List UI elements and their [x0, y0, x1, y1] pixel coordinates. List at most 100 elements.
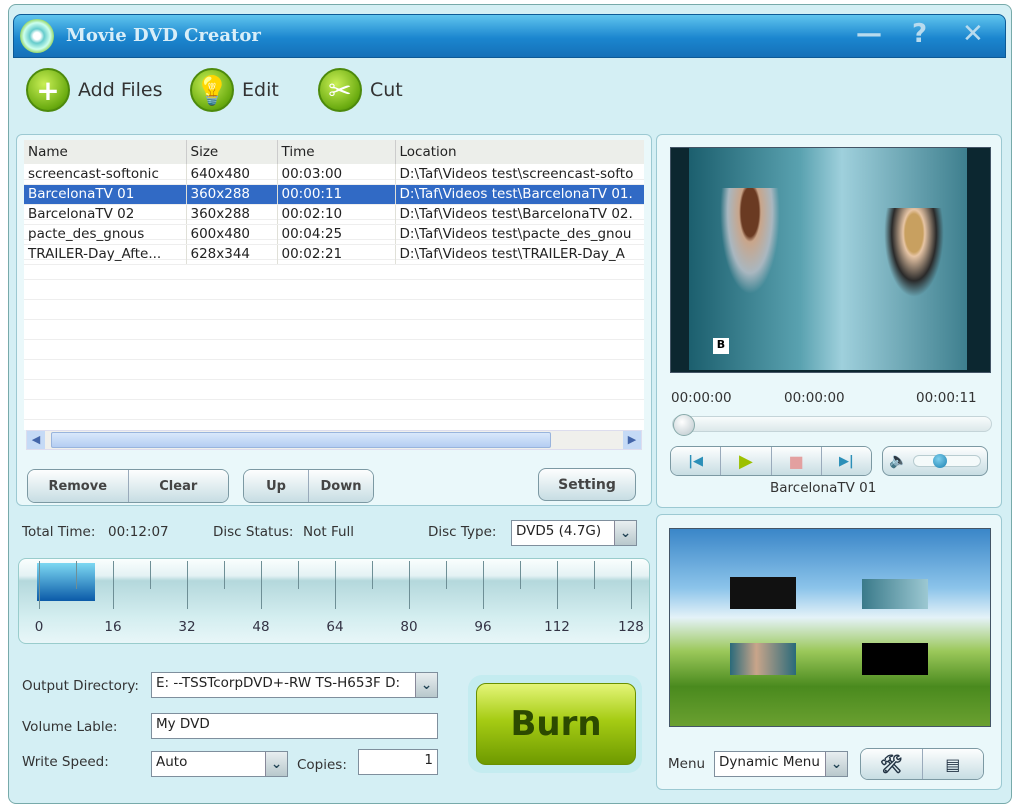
presenter-left — [715, 188, 785, 308]
play-icon[interactable]: ▶ — [721, 447, 772, 475]
minimize-icon[interactable]: — — [856, 19, 882, 49]
output-directory-label: Output Directory: — [22, 678, 139, 694]
scale-tick — [631, 561, 632, 609]
remove-clear-group: Remove Clear — [27, 469, 229, 503]
write-speed-label: Write Speed: — [22, 754, 109, 770]
table-row[interactable]: BarcelonaTV 01 360x288 00:00:11 D:\Taf\Vide… — [24, 184, 644, 205]
total-time-label: Total Time: — [22, 524, 96, 540]
add-files-button[interactable]: + Add Files — [26, 68, 163, 112]
output-directory-select[interactable]: E: --TSSTcorpDVD+-RW TS-H653F D: ⌄ — [151, 672, 438, 698]
scale-label: 128 — [618, 619, 644, 635]
scroll-thumb[interactable] — [51, 432, 551, 448]
total-time-value: 00:12:07 — [108, 524, 169, 540]
menu-tools-group: 🛠 ▤ — [860, 748, 984, 780]
scale-label: 80 — [400, 619, 418, 635]
volume-label-label: Volume Lable: — [22, 719, 118, 735]
remove-button[interactable]: Remove — [28, 470, 129, 502]
cell-size: 360x288 — [186, 204, 278, 225]
column-header-time[interactable]: Time — [277, 140, 396, 164]
edit-label: Edit — [242, 79, 279, 101]
column-header-name[interactable]: Name — [24, 140, 187, 164]
clear-button[interactable]: Clear — [128, 470, 228, 502]
chevron-down-icon[interactable]: ⌄ — [415, 673, 437, 697]
table-header: Name Size Time Location — [24, 140, 644, 164]
add-files-label: Add Files — [78, 79, 163, 101]
seek-slider[interactable] — [672, 414, 992, 436]
video-frame-image: B — [689, 148, 967, 370]
help-icon[interactable]: ? — [912, 19, 927, 49]
cell-name: TRAILER-Day_Afte... — [24, 244, 187, 265]
previous-icon[interactable]: |◀ — [671, 447, 722, 475]
cell-size: 628x344 — [186, 244, 278, 265]
write-speed-value: Auto — [156, 754, 188, 770]
column-header-location[interactable]: Location — [395, 140, 644, 164]
menu-select[interactable]: Dynamic Menu ⌄ — [714, 751, 848, 777]
cell-time: 00:02:10 — [277, 204, 396, 225]
table-row[interactable]: pacte_des_gnous 600x480 00:04:25 D:\Taf\Vid… — [24, 224, 644, 245]
cell-location: D:\Taf\Videos test\BarcelonaTV 01. — [395, 184, 644, 205]
disc-status-value: Not Full — [303, 524, 355, 540]
title-bar: Movie DVD Creator — ? ✕ — [13, 14, 1006, 58]
capacity-used-fill — [37, 563, 95, 601]
menu-label: Menu — [668, 756, 706, 772]
scale-tick — [113, 561, 114, 609]
down-button[interactable]: Down — [309, 470, 373, 502]
menu-thumbnail-2 — [862, 579, 928, 609]
time-current: 00:00:00 — [784, 390, 845, 406]
volume-control: 🔈 — [882, 446, 988, 476]
plus-icon: + — [26, 68, 70, 112]
menu-edit-page-icon[interactable]: ▤ — [922, 749, 983, 779]
table-row[interactable]: TRAILER-Day_Afte... 628x344 00:02:21 D:\Taf… — [24, 244, 644, 265]
stop-icon[interactable]: ■ — [771, 447, 822, 475]
chevron-down-icon[interactable]: ⌄ — [614, 521, 636, 545]
cell-location: D:\Taf\Videos test\pacte_des_gnou — [395, 224, 644, 245]
table-row[interactable]: screencast-softonic 640x480 00:03:00 D:\Taf… — [24, 164, 644, 185]
scale-tick — [150, 561, 151, 589]
chevron-down-icon[interactable]: ⌄ — [825, 752, 847, 776]
scale-label: 48 — [252, 619, 270, 635]
cut-button[interactable]: ✂ Cut — [318, 68, 403, 112]
video-preview: B — [670, 147, 991, 373]
up-button[interactable]: Up — [244, 470, 309, 502]
disc-type-select[interactable]: DVD5 (4.7G) ⌄ — [511, 520, 637, 546]
menu-thumbnail-3 — [730, 643, 796, 675]
close-icon[interactable]: ✕ — [962, 19, 984, 49]
setting-button[interactable]: Setting — [538, 468, 636, 501]
scale-tick — [335, 561, 336, 609]
capacity-bar: 0 16 32 48 64 80 96 112 128 — [18, 558, 650, 644]
scroll-left-arrow-icon[interactable]: ◀ — [27, 431, 45, 449]
menu-settings-tools-icon[interactable]: 🛠 — [861, 749, 923, 779]
file-table: Name Size Time Location screencast-softonic… — [24, 140, 644, 265]
disc-type-label: Disc Type: — [428, 524, 497, 540]
scale-tick — [446, 561, 447, 589]
cell-size: 360x288 — [186, 184, 278, 205]
cell-name: pacte_des_gnous — [24, 224, 187, 245]
horizontal-scrollbar[interactable]: ◀ ▶ — [26, 430, 642, 450]
copies-label: Copies: — [297, 757, 347, 773]
scissors-icon: ✂ — [318, 68, 362, 112]
volume-slider[interactable] — [913, 454, 981, 468]
volume-label-input[interactable]: My DVD — [151, 713, 438, 739]
presenter-right — [879, 208, 949, 308]
cell-size: 640x480 — [186, 164, 278, 185]
next-icon[interactable]: ▶| — [821, 447, 871, 475]
scale-tick — [594, 561, 595, 589]
cell-time: 00:02:21 — [277, 244, 396, 265]
edit-button[interactable]: 💡 Edit — [190, 68, 279, 112]
scale-tick — [557, 561, 558, 609]
menu-preview — [669, 528, 991, 727]
menu-thumbnail-1 — [730, 577, 796, 609]
burn-button[interactable]: Burn — [476, 683, 636, 765]
copies-input[interactable]: 1 — [358, 749, 438, 775]
scroll-right-arrow-icon[interactable]: ▶ — [623, 431, 641, 449]
scale-tick — [483, 561, 484, 609]
disc-status-label: Disc Status: — [213, 524, 294, 540]
scale-tick — [224, 561, 225, 589]
seek-thumb[interactable] — [673, 414, 695, 436]
table-row[interactable]: BarcelonaTV 02 360x288 00:02:10 D:\Taf\Vide… — [24, 204, 644, 225]
scale-label: 112 — [544, 619, 570, 635]
write-speed-select[interactable]: Auto ⌄ — [151, 751, 288, 777]
column-header-size[interactable]: Size — [186, 140, 278, 164]
chevron-down-icon[interactable]: ⌄ — [265, 752, 287, 776]
volume-thumb[interactable] — [932, 454, 947, 468]
